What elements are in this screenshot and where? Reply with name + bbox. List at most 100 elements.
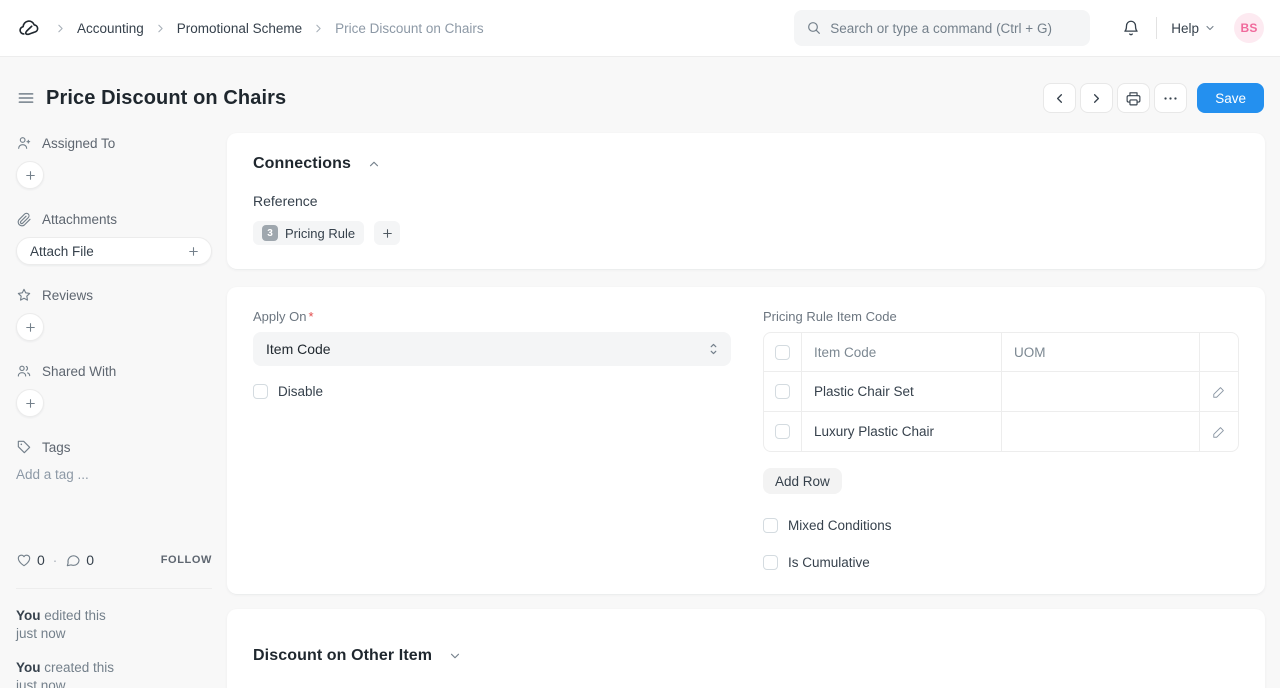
assigned-to-label: Assigned To [42,136,115,151]
attach-file-button[interactable]: Attach File [16,237,212,265]
comments-count: 0 [86,552,94,568]
add-tag-input[interactable]: Add a tag ... [16,467,212,482]
print-button[interactable] [1117,83,1150,113]
comment-icon[interactable] [65,552,81,568]
breadcrumb-separator-icon [54,22,67,35]
row-checkbox[interactable] [775,384,790,399]
help-label: Help [1171,21,1199,36]
table-header-row: Item Code UOM [764,333,1238,371]
disable-checkbox-row[interactable]: Disable [253,384,731,399]
apply-on-value: Item Code [266,341,331,357]
reference-links: 3 Pricing Rule [253,221,1239,245]
add-pricing-rule-button[interactable] [374,221,400,245]
disable-label: Disable [278,384,323,399]
breadcrumb-accounting[interactable]: Accounting [77,21,144,36]
apply-on-select[interactable]: Item Code [253,332,731,366]
form-main: Connections Reference 3 Pricing Rule [227,115,1265,688]
reviews-label: Reviews [42,288,93,303]
cell-item-code[interactable]: Plastic Chair Set [802,372,1002,411]
add-assignment-button[interactable] [16,161,44,189]
heart-icon[interactable] [16,552,32,568]
dot-separator: · [53,553,58,568]
cell-item-code[interactable]: Luxury Plastic Chair [802,412,1002,451]
select-chevrons-icon [708,342,719,356]
tags-section: Tags [16,439,212,455]
follow-button[interactable]: FOLLOW [161,554,212,566]
column-header-uom[interactable]: UOM [1002,333,1200,371]
pricing-rule-item-code-table: Item Code UOM Plastic Chair Set [763,332,1239,452]
activity-entry: You edited this just now [16,607,212,643]
user-avatar[interactable]: BS [1234,13,1264,43]
edit-row-icon[interactable] [1208,381,1230,403]
next-document-button[interactable] [1080,83,1113,113]
chevron-down-icon [1204,22,1216,34]
tags-label: Tags [42,440,71,455]
connections-section-toggle[interactable]: Connections [253,155,1239,173]
users-icon [16,363,32,379]
avatar-initials: BS [1240,21,1257,35]
discount-section-toggle[interactable]: Discount on Other Item [253,647,1239,665]
global-search-input[interactable]: Search or type a command (Ctrl + G) [794,10,1090,46]
mixed-conditions-label: Mixed Conditions [788,518,892,533]
breadcrumb-promotional-scheme[interactable]: Promotional Scheme [177,21,302,36]
paperclip-icon [16,211,32,227]
assigned-to-section: Assigned To [16,135,212,151]
navbar-divider [1156,17,1157,39]
breadcrumb-separator-icon [154,22,167,35]
activity-action: created this [44,660,114,675]
discount-section-title: Discount on Other Item [253,647,432,665]
edit-row-icon[interactable] [1208,421,1230,443]
help-menu[interactable]: Help [1171,21,1216,36]
form-sidebar: Assigned To Attachments Attach File [16,115,212,688]
is-cumulative-checkbox-row[interactable]: Is Cumulative [763,555,1239,570]
activity-actor: You [16,660,41,675]
plus-icon [187,245,200,258]
disable-checkbox[interactable] [253,384,268,399]
previous-document-button[interactable] [1043,83,1076,113]
save-button[interactable]: Save [1197,83,1264,113]
app-logo-icon[interactable] [16,15,42,41]
breadcrumb-separator-icon [312,22,325,35]
is-cumulative-checkbox[interactable] [763,555,778,570]
add-share-button[interactable] [16,389,44,417]
table-row: Luxury Plastic Chair [764,411,1238,451]
connections-card: Connections Reference 3 Pricing Rule [227,133,1265,269]
activity-time: just now [16,626,66,641]
add-review-button[interactable] [16,313,44,341]
menu-ellipsis-button[interactable] [1154,83,1187,113]
attachments-section: Attachments [16,211,212,227]
chevron-up-icon [367,157,381,171]
required-marker: * [308,309,313,324]
pricing-rule-link[interactable]: 3 Pricing Rule [253,221,364,245]
activity-time: just now [16,678,66,688]
is-cumulative-label: Is Cumulative [788,555,870,570]
chevron-down-icon [448,649,462,663]
connections-title: Connections [253,155,351,173]
layout: Assigned To Attachments Attach File [0,115,1280,688]
shared-with-section: Shared With [16,363,212,379]
add-row-button[interactable]: Add Row [763,468,842,494]
sidebar-toggle-icon[interactable] [16,88,36,108]
column-header-item-code[interactable]: Item Code [802,333,1002,371]
user-plus-icon [16,135,32,151]
activity-entry: You created this just now [16,659,212,688]
row-checkbox[interactable] [775,424,790,439]
select-all-checkbox[interactable] [775,345,790,360]
attachments-label: Attachments [42,212,117,227]
table-label: Pricing Rule Item Code [763,309,1239,324]
apply-on-field-label: Apply On* [253,309,731,324]
activity-action: edited this [44,608,106,623]
mixed-conditions-checkbox-row[interactable]: Mixed Conditions [763,518,1239,533]
notifications-bell-icon[interactable] [1116,13,1146,43]
star-icon [16,287,32,303]
social-row: 0 · 0 FOLLOW [16,552,212,568]
cell-uom[interactable] [1002,412,1200,451]
shared-with-label: Shared With [42,364,116,379]
sidebar-divider [16,588,212,589]
search-icon [806,20,822,36]
cell-uom[interactable] [1002,372,1200,411]
discount-on-other-item-card: Discount on Other Item [227,609,1265,688]
mixed-conditions-checkbox[interactable] [763,518,778,533]
reference-label: Reference [253,193,1239,209]
search-placeholder: Search or type a command (Ctrl + G) [830,21,1052,36]
